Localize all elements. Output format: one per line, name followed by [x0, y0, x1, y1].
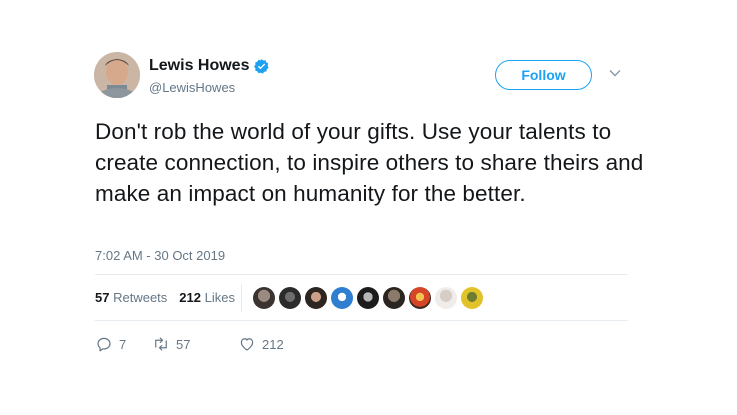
like-button[interactable]: 212	[238, 335, 284, 353]
liker-avatar[interactable]	[435, 287, 457, 309]
chevron-down-icon[interactable]	[608, 66, 622, 80]
likes-count: 212	[179, 290, 201, 305]
liker-avatar[interactable]	[357, 287, 379, 309]
liker-avatar[interactable]	[461, 287, 483, 309]
liker-avatar[interactable]	[279, 287, 301, 309]
retweets-stat[interactable]: 57 Retweets	[95, 290, 167, 305]
divider-top	[95, 274, 628, 275]
tweet-actions: 7 57 212	[95, 335, 284, 353]
liker-avatars	[253, 287, 487, 309]
like-count: 212	[262, 336, 284, 352]
retweet-button[interactable]: 57	[152, 335, 238, 353]
reply-icon	[97, 337, 111, 352]
retweets-count: 57	[95, 290, 110, 305]
reply-count: 7	[119, 336, 127, 352]
retweet-count: 57	[176, 336, 191, 352]
follow-button[interactable]: Follow	[495, 60, 592, 90]
tweet-stats: 57 Retweets 212 Likes	[95, 290, 247, 305]
author-name[interactable]: Lewis Howes	[149, 57, 249, 75]
heart-icon	[240, 338, 254, 351]
author-handle[interactable]: @LewisHowes	[149, 80, 235, 95]
liker-avatar[interactable]	[253, 287, 275, 309]
author-avatar[interactable]	[94, 52, 140, 98]
liker-avatar[interactable]	[331, 287, 353, 309]
divider-bottom	[95, 320, 628, 321]
likes-stat[interactable]: 212 Likes	[179, 290, 235, 305]
liker-avatar[interactable]	[409, 287, 431, 309]
tweet-timestamp[interactable]: 7:02 AM - 30 Oct 2019	[95, 248, 225, 263]
tweet-card: Lewis Howes @LewisHowes Follow Don't rob…	[0, 0, 737, 415]
likes-label: Likes	[204, 290, 235, 305]
reply-button[interactable]: 7	[95, 335, 152, 353]
liker-avatar[interactable]	[305, 287, 327, 309]
retweets-label: Retweets	[113, 290, 168, 305]
author-name-row[interactable]: Lewis Howes	[149, 57, 270, 75]
liker-avatar[interactable]	[383, 287, 405, 309]
retweet-icon	[155, 337, 167, 351]
stats-separator	[241, 284, 242, 312]
verified-badge-icon	[254, 58, 270, 74]
tweet-text: Don't rob the world of your gifts. Use y…	[95, 119, 644, 206]
